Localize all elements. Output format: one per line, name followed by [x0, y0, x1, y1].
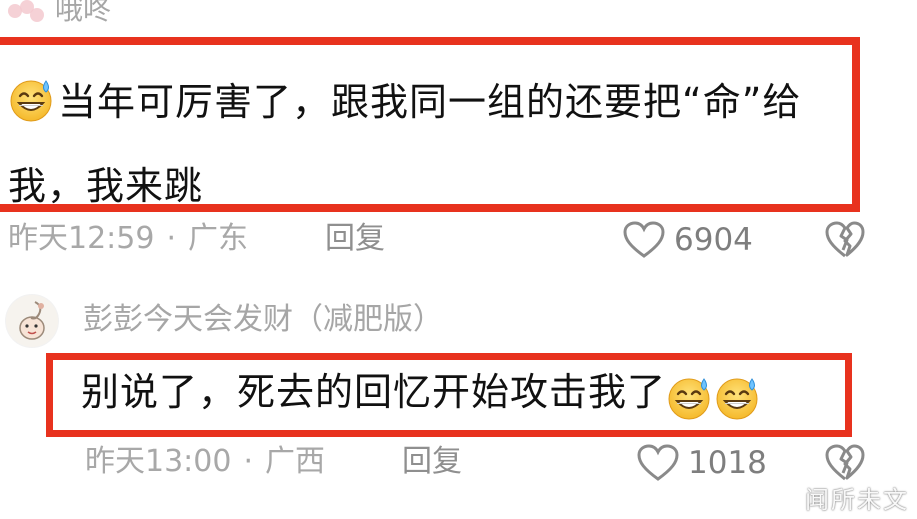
comment-location: 广东 — [188, 221, 249, 256]
comment-location: 广西 — [265, 444, 326, 479]
cartoon-avatar-icon — [6, 295, 58, 347]
comment-text: 别说了，死去的回忆开始攻击我了 — [81, 370, 667, 414]
heart-icon — [623, 221, 665, 258]
broken-heart-icon — [825, 221, 865, 258]
comment-time: 昨天12:59 — [8, 221, 155, 256]
dislike-button[interactable] — [824, 220, 866, 264]
meta-separator: · — [243, 444, 254, 479]
avatar[interactable] — [0, 0, 50, 26]
heart-icon — [637, 444, 679, 481]
like-count: 6904 — [674, 222, 753, 258]
grinning-sweat-emoji-icon — [8, 77, 54, 123]
avatar[interactable] — [5, 294, 59, 348]
comment-body: 别说了，死去的回忆开始攻击我了 — [81, 366, 762, 426]
reply-button[interactable]: 回复 — [325, 222, 385, 256]
comment-username[interactable]: 哦咚 — [55, 0, 111, 26]
grinning-sweat-emoji-icon — [714, 375, 760, 421]
like-button[interactable]: 1018 — [636, 443, 767, 483]
comment-text: 当年可厉害了，跟我同一组的还要把“命”给我，我来跳 — [8, 80, 802, 208]
reply-button[interactable]: 回复 — [402, 445, 462, 479]
comment-username[interactable]: 彭彭今天会发财（减肥版） — [83, 303, 443, 337]
watermark: 闻所未文 — [805, 486, 909, 514]
meta-separator: · — [166, 221, 177, 256]
like-count: 1018 — [688, 445, 767, 481]
comment-body: 当年可厉害了，跟我同一组的还要把“命”给我，我来跳 — [8, 60, 848, 228]
comment-meta: 昨天12:59 · 广东 — [8, 222, 248, 256]
grinning-sweat-emoji-icon — [666, 375, 712, 421]
comment-meta: 昨天13:00 · 广西 — [85, 445, 325, 479]
like-button[interactable]: 6904 — [622, 220, 753, 260]
comment-time: 昨天13:00 — [85, 444, 232, 479]
comment-feed: 哦咚 当年可厉害了，跟我同一组的还要把“命”给我，我来跳 昨天12:59 · 广东 — [0, 0, 917, 519]
broken-heart-icon — [825, 444, 865, 481]
